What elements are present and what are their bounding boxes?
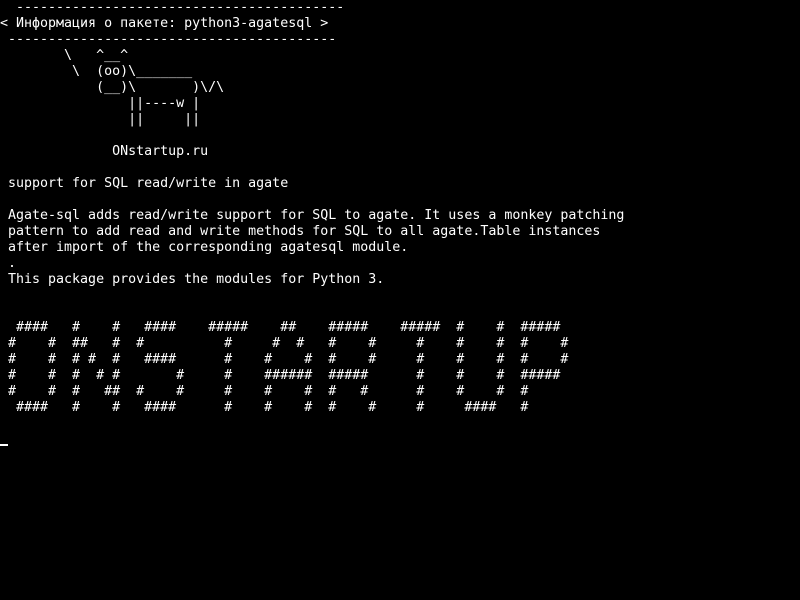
package-description-line-2: pattern to add read and write methods fo… [0,224,601,239]
package-summary: support for SQL read/write in agate [0,176,289,191]
cow-art-line-2: \ (oo)\_______ [0,64,193,79]
text-cursor [0,444,8,446]
banner-art-line-4: # # # # # # # ###### ##### # # # ##### [0,368,561,383]
banner-art-line-2: # # ## # # # # # # # # # # # # [0,336,569,351]
banner-art-line-5: # # # ## # # # # # # # # # # # [0,384,529,399]
cow-art-line-4: ||----w | [0,96,201,111]
package-description-separator: . [0,256,17,271]
package-description-line-3: after import of the corresponding agates… [0,240,409,255]
cowsay-bottom-border: ----------------------------------------… [0,32,337,47]
package-description-line-1: Agate-sql adds read/write support for SQ… [0,208,625,223]
cow-art-line-3: (__)\ )\/\ [0,80,225,95]
banner-art-line-1: #### # # #### ##### ## ##### ##### # # #… [0,320,561,335]
package-description-line-4: This package provides the modules for Py… [0,272,385,287]
terminal-output: ----------------------------------------… [0,0,800,416]
cow-art-line-5: || || [0,112,201,127]
cow-art-line-1: \ ^__^ [0,48,129,63]
cowsay-top-border: ----------------------------------------… [0,0,345,15]
banner-art-line-6: #### # # #### # # # # # # #### # [0,400,529,415]
site-name: ONstartup.ru [0,144,209,159]
banner-art-line-3: # # # # # #### # # # # # # # # # # [0,352,569,367]
package-info-title: < Информация о пакете: python3-agatesql … [0,16,329,31]
terminal-screen[interactable]: ----------------------------------------… [0,0,800,600]
